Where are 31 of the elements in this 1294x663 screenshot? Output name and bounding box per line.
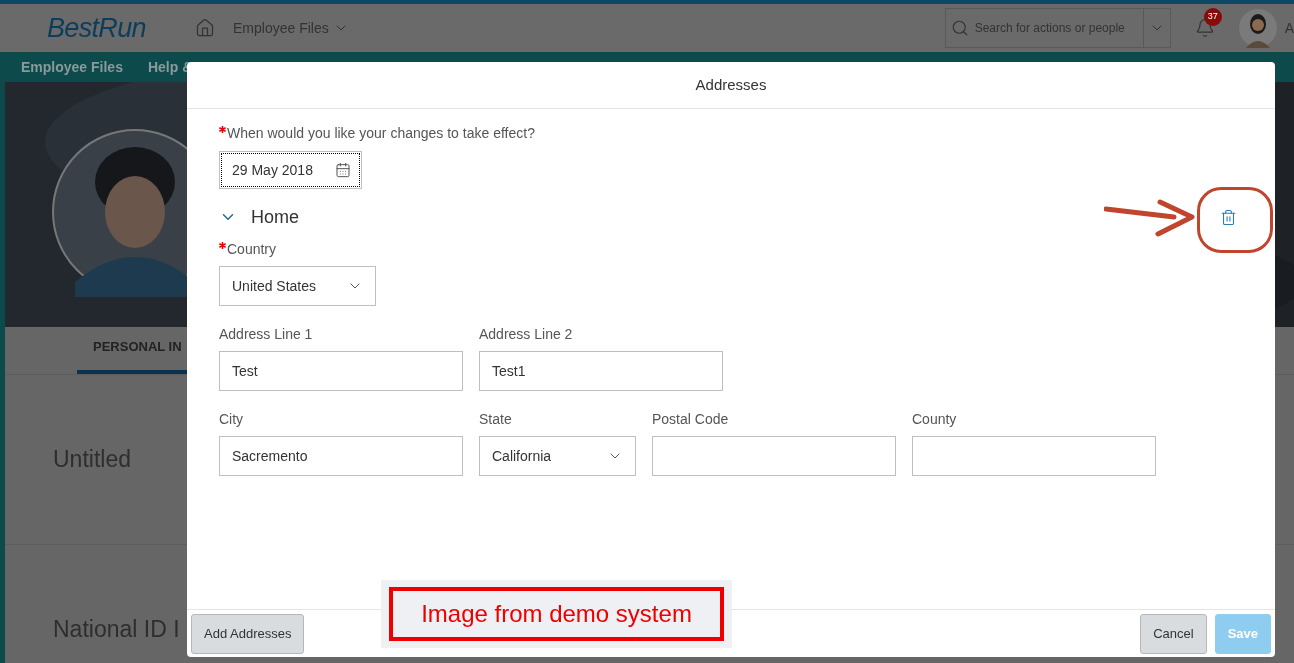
text-field[interactable] <box>652 436 896 476</box>
text-field[interactable]: Test <box>219 351 463 391</box>
section-title: Untitled <box>53 445 131 475</box>
select-field[interactable]: United States <box>219 266 376 306</box>
field-label: Address Line 1 <box>219 326 313 342</box>
field-label: City <box>219 411 244 427</box>
field-label: County <box>912 411 957 427</box>
dialog-button[interactable]: Cancel <box>1140 613 1207 654</box>
section-title: Home <box>251 205 299 229</box>
date-field[interactable]: 29 May 2018 <box>219 151 362 189</box>
home-icon[interactable] <box>195 18 215 38</box>
field-label: Postal Code <box>652 411 729 427</box>
dialog-title: Addresses <box>695 74 767 95</box>
section-title: National ID I <box>53 615 180 645</box>
field-label: State <box>479 411 512 427</box>
trash-icon[interactable] <box>1220 208 1237 226</box>
text-field[interactable] <box>912 436 1156 476</box>
calendar-icon[interactable] <box>335 162 351 178</box>
field-label: Address Line 2 <box>479 326 573 342</box>
logo: BestRun <box>47 11 147 45</box>
dialog-button[interactable]: Add Addresses <box>191 613 305 654</box>
field-label: Country <box>227 241 277 257</box>
search-icon <box>950 19 969 37</box>
bell-icon[interactable] <box>1194 18 1215 38</box>
text-field[interactable]: Sacremento <box>219 436 463 476</box>
annotation-label: Image from demo system <box>381 580 732 648</box>
text-field[interactable]: Test1 <box>479 351 723 391</box>
notification-badge: 37 <box>1203 8 1222 26</box>
select-field[interactable]: California <box>479 436 636 476</box>
field-label: When would you like your changes to take effect? <box>227 125 535 141</box>
avatar[interactable] <box>1238 8 1277 48</box>
